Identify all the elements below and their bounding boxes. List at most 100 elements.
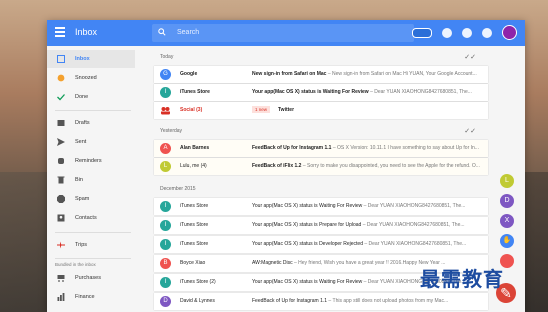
message-subject: FeedBack of Up for Instagram 1.1 – OS X … <box>252 145 479 151</box>
list-item-bundle[interactable]: Social (3) 1 new Twitter <box>154 102 488 119</box>
sidebar-item-label: Contacts <box>75 215 97 221</box>
message-snippet: – Dear YUAN XIAOHONG8427680851, The... <box>361 222 465 228</box>
sidebar: Inbox Snoozed Done Drafts Sent Reminders… <box>47 46 135 312</box>
sidebar-item-label: Spam <box>75 196 90 202</box>
pin-icon[interactable] <box>442 27 452 38</box>
list-item[interactable]: I iTunes Store Your app(Mac OS X) status… <box>154 236 488 253</box>
section-header-december: December 2015 <box>154 182 484 196</box>
search-icon <box>158 28 166 36</box>
reminder-hand-icon <box>58 158 64 164</box>
speed-dial-contact[interactable]: D <box>500 194 514 208</box>
avatar: D <box>160 296 171 307</box>
sender: Boyce Xiao <box>180 260 206 266</box>
avatar: G <box>160 69 171 80</box>
section-header-today: Today ✓✓ <box>154 50 484 64</box>
sidebar-item-label: Bin <box>75 177 83 183</box>
list-item[interactable]: I iTunes Store Your app(Mac OS X) status… <box>154 198 488 215</box>
bundle-preview: Twitter <box>278 107 295 113</box>
sidebar-item-label: Inbox <box>75 56 90 62</box>
sidebar-item-bin[interactable]: Bin <box>47 171 135 189</box>
sidebar-item-reminders[interactable]: Reminders <box>47 152 135 170</box>
avatar: I <box>160 220 171 231</box>
sender: Alan Barnes <box>180 145 210 151</box>
list-item[interactable]: G Google New sign-in from Safari on Mac … <box>154 66 488 83</box>
speed-dial-contact[interactable]: L <box>500 174 514 188</box>
message-subject: Your app(Mac OS X) status is Prepare for… <box>252 222 465 228</box>
account-avatar[interactable] <box>502 25 517 40</box>
contacts-icon <box>57 214 65 222</box>
divider <box>55 110 131 111</box>
message-snippet: – OS X Version: 10.11.1 I have something… <box>331 145 479 151</box>
sidebar-item-done[interactable]: Done <box>47 88 135 106</box>
airplane-icon <box>57 241 65 249</box>
avatar: I <box>160 239 171 250</box>
mark-done-icon[interactable]: ✓✓ <box>464 127 476 135</box>
inbox-icon <box>57 55 65 63</box>
sidebar-item-drafts[interactable]: Drafts <box>47 114 135 132</box>
send-icon <box>57 138 65 146</box>
section-label: Today <box>160 54 174 60</box>
list-item[interactable]: D David & Lynnes FeedBack of Up for Inst… <box>154 293 488 310</box>
sidebar-item-spam[interactable]: Spam <box>47 190 135 208</box>
list-item[interactable]: L Lulu, me (4) FeedBack of iFlix 1.2 – S… <box>154 158 488 175</box>
sender: Lulu, me (4) <box>180 163 207 169</box>
speed-dial-contact[interactable]: X <box>500 214 514 228</box>
section-label: December 2015 <box>160 186 196 192</box>
sidebar-item-inbox[interactable]: Inbox <box>47 50 135 68</box>
message-subject: FeedBack of Up for Instagram 1.1 – This … <box>252 298 449 304</box>
clock-icon <box>57 74 65 82</box>
sidebar-item-label: Sent <box>75 139 87 145</box>
sidebar-item-label: Snoozed <box>75 75 97 81</box>
divider <box>55 258 131 259</box>
message-snippet: – Dear YUAN XIAOHONG8427680851, The... <box>362 203 466 209</box>
people-icon <box>161 107 170 115</box>
message-subject: Your app(Mac OS X) status is Developer R… <box>252 241 467 247</box>
sidebar-item-label: Finance <box>75 294 95 300</box>
message-subject: FeedBack of iFlix 1.2 – Sorry to make yo… <box>252 163 480 169</box>
sender: Google <box>180 71 198 77</box>
finance-chart-icon <box>57 293 65 301</box>
sidebar-item-sent[interactable]: Sent <box>47 133 135 151</box>
top-app-bar: Inbox Search <box>47 20 525 46</box>
sidebar-item-purchases[interactable]: Purchases <box>47 269 135 287</box>
sidebar-item-label: Done <box>75 94 89 100</box>
search-bar[interactable]: Search <box>152 24 414 42</box>
hamburger-menu-icon[interactable] <box>55 27 65 39</box>
sidebar-item-label: Purchases <box>75 275 101 281</box>
sidebar-item-trips[interactable]: Trips <box>47 236 135 254</box>
sender: iTunes Store <box>180 89 210 95</box>
message-subject: Your app(Mac OS X) status is Waiting For… <box>252 203 466 209</box>
sidebar-item-contacts[interactable]: Contacts <box>47 209 135 227</box>
apps-grid-icon[interactable] <box>462 27 472 38</box>
list-item[interactable]: I iTunes Store Your app(Mac OS X) status… <box>154 84 488 101</box>
sender: Social (3) <box>180 107 203 113</box>
sender: iTunes Store <box>180 241 209 247</box>
sender: iTunes Store <box>180 203 209 209</box>
sidebar-item-snoozed[interactable]: Snoozed <box>47 69 135 87</box>
list-item[interactable]: A Alan Barnes FeedBack of Up for Instagr… <box>154 140 488 157</box>
mark-done-icon[interactable]: ✓✓ <box>464 53 476 61</box>
notifications-icon[interactable] <box>482 27 492 38</box>
avatar: I <box>160 201 171 212</box>
avatar: B <box>160 258 171 269</box>
section-header-yesterday: Yesterday ✓✓ <box>154 124 484 138</box>
list-item[interactable]: I iTunes Store Your app(Mac OS X) status… <box>154 217 488 234</box>
search-input[interactable]: Search <box>177 29 199 36</box>
cart-icon <box>57 275 65 282</box>
reminder-hand-icon[interactable]: ✋ <box>500 234 514 248</box>
message-snippet: – Dear YUAN XIAOHONG8427680851, The... <box>362 241 467 247</box>
sender: David & Lynnes <box>180 298 215 304</box>
sender: iTunes Store (2) <box>180 279 216 285</box>
message-subject: AW:Magnetic Disc – Hey friend, Wish you … <box>252 260 446 266</box>
message-snippet: – Dear YUAN XIAOHONG8427680851, The... <box>368 89 472 95</box>
toggle-switch[interactable] <box>412 27 432 38</box>
spam-icon <box>57 195 65 203</box>
new-badge: 1 new <box>252 106 271 113</box>
app-title: Inbox <box>75 27 98 37</box>
message-snippet: – This app still does not upload photos … <box>327 298 449 304</box>
sender: iTunes Store <box>180 222 209 228</box>
sidebar-item-finance[interactable]: Finance <box>47 288 135 306</box>
avatar: I <box>160 87 171 98</box>
sidebar-item-label: Trips <box>75 242 88 248</box>
avatar: L <box>160 161 171 172</box>
